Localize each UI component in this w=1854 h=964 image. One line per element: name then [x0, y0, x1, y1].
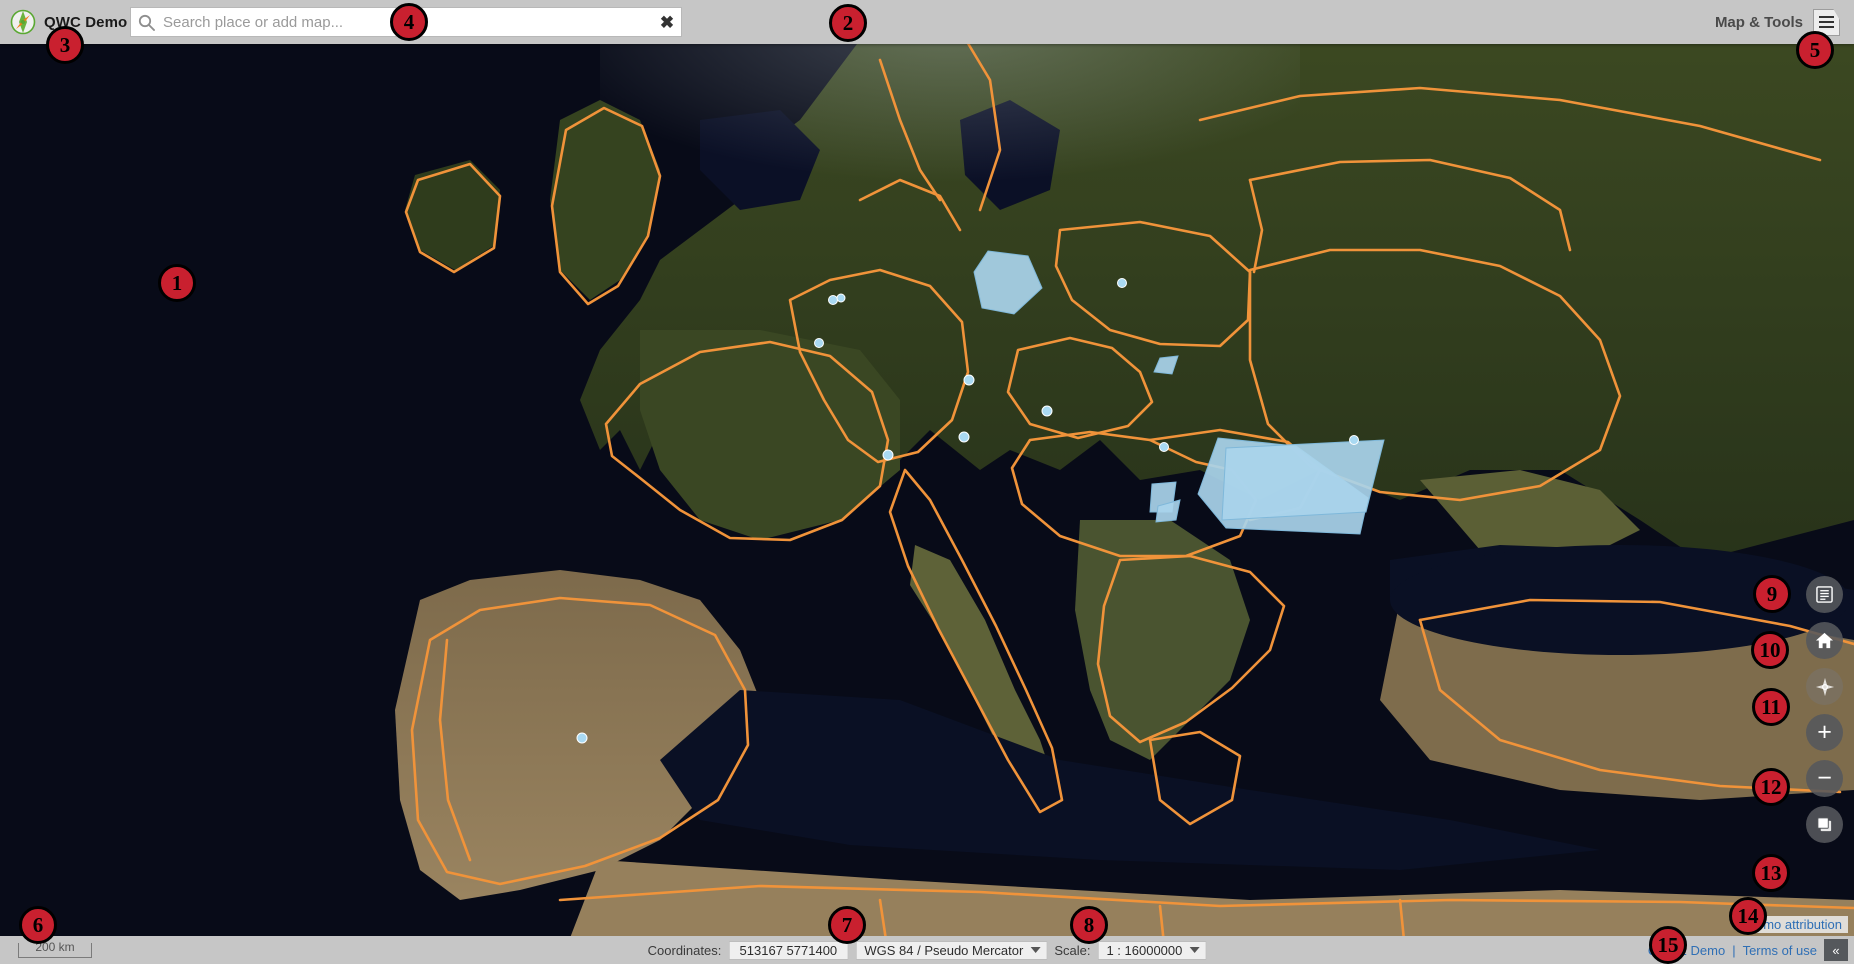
plus-icon: +	[1817, 720, 1832, 745]
qwc-application: QWC Demo ✖ Map & Tools	[0, 0, 1854, 964]
scale-select-value: 1 : 16000000	[1106, 943, 1182, 958]
annotation-badge-10: 10	[1751, 631, 1789, 669]
chevron-down-icon	[1030, 947, 1040, 953]
top-bar: QWC Demo ✖ Map & Tools	[0, 0, 1854, 44]
search-clear-button[interactable]: ✖	[653, 8, 681, 36]
annotation-badge-15: 15	[1649, 926, 1687, 964]
legend-list-icon	[1816, 586, 1833, 603]
annotation-badge-7: 7	[828, 906, 866, 944]
scale-label: Scale:	[1054, 943, 1090, 958]
compass-rose-icon	[10, 9, 36, 35]
chevron-down-icon	[1189, 947, 1199, 953]
collapse-bottom-bar-button[interactable]: «	[1824, 939, 1848, 961]
crs-select[interactable]: WGS 84 / Pseudo Mercator	[855, 941, 1047, 960]
home-icon	[1815, 631, 1834, 650]
coordinates-label: Coordinates:	[648, 943, 722, 958]
annotation-badge-4: 4	[390, 3, 428, 41]
annotation-badge-6: 6	[19, 906, 57, 944]
bottom-bar-center-group: Coordinates: 513167 5771400 WGS 84 / Pse…	[648, 941, 1207, 960]
crs-select-value: WGS 84 / Pseudo Mercator	[864, 943, 1023, 958]
search-icon	[138, 14, 155, 31]
layers-icon	[1816, 816, 1833, 833]
bottom-bar: 200 km Coordinates: 513167 5771400 WGS 8…	[0, 936, 1854, 964]
annotation-badge-9: 9	[1753, 575, 1791, 613]
annotation-badge-12: 12	[1752, 768, 1790, 806]
annotation-badge-11: 11	[1752, 688, 1790, 726]
top-bar-right-group: Map & Tools	[1715, 9, 1854, 36]
annotation-badge-5: 5	[1796, 31, 1834, 69]
locate-button[interactable]	[1806, 668, 1843, 705]
link-separator: |	[1732, 943, 1735, 958]
annotation-badge-3: 3	[46, 26, 84, 64]
legend-button[interactable]	[1806, 576, 1843, 613]
scale-bar: 200 km	[18, 943, 92, 958]
coordinates-value[interactable]: 513167 5771400	[728, 941, 848, 960]
zoom-out-button[interactable]: −	[1806, 760, 1843, 797]
home-button[interactable]	[1806, 622, 1843, 659]
annotation-badge-1: 1	[158, 264, 196, 302]
terms-of-use-link[interactable]: Terms of use	[1743, 943, 1817, 958]
annotation-badge-2: 2	[829, 4, 867, 42]
annotation-badge-13: 13	[1752, 854, 1790, 892]
scale-select[interactable]: 1 : 16000000	[1097, 941, 1206, 960]
crosshair-icon	[1815, 677, 1835, 697]
map-tool-buttons: + −	[1806, 576, 1843, 843]
zoom-in-button[interactable]: +	[1806, 714, 1843, 751]
minus-icon: −	[1817, 766, 1832, 791]
background-switcher-button[interactable]	[1806, 806, 1843, 843]
annotation-badge-8: 8	[1070, 906, 1108, 944]
annotation-badge-14: 14	[1729, 897, 1767, 935]
map-and-tools-label[interactable]: Map & Tools	[1715, 14, 1803, 31]
map-canvas[interactable]	[0, 0, 1854, 964]
map-imagery	[0, 0, 1854, 964]
